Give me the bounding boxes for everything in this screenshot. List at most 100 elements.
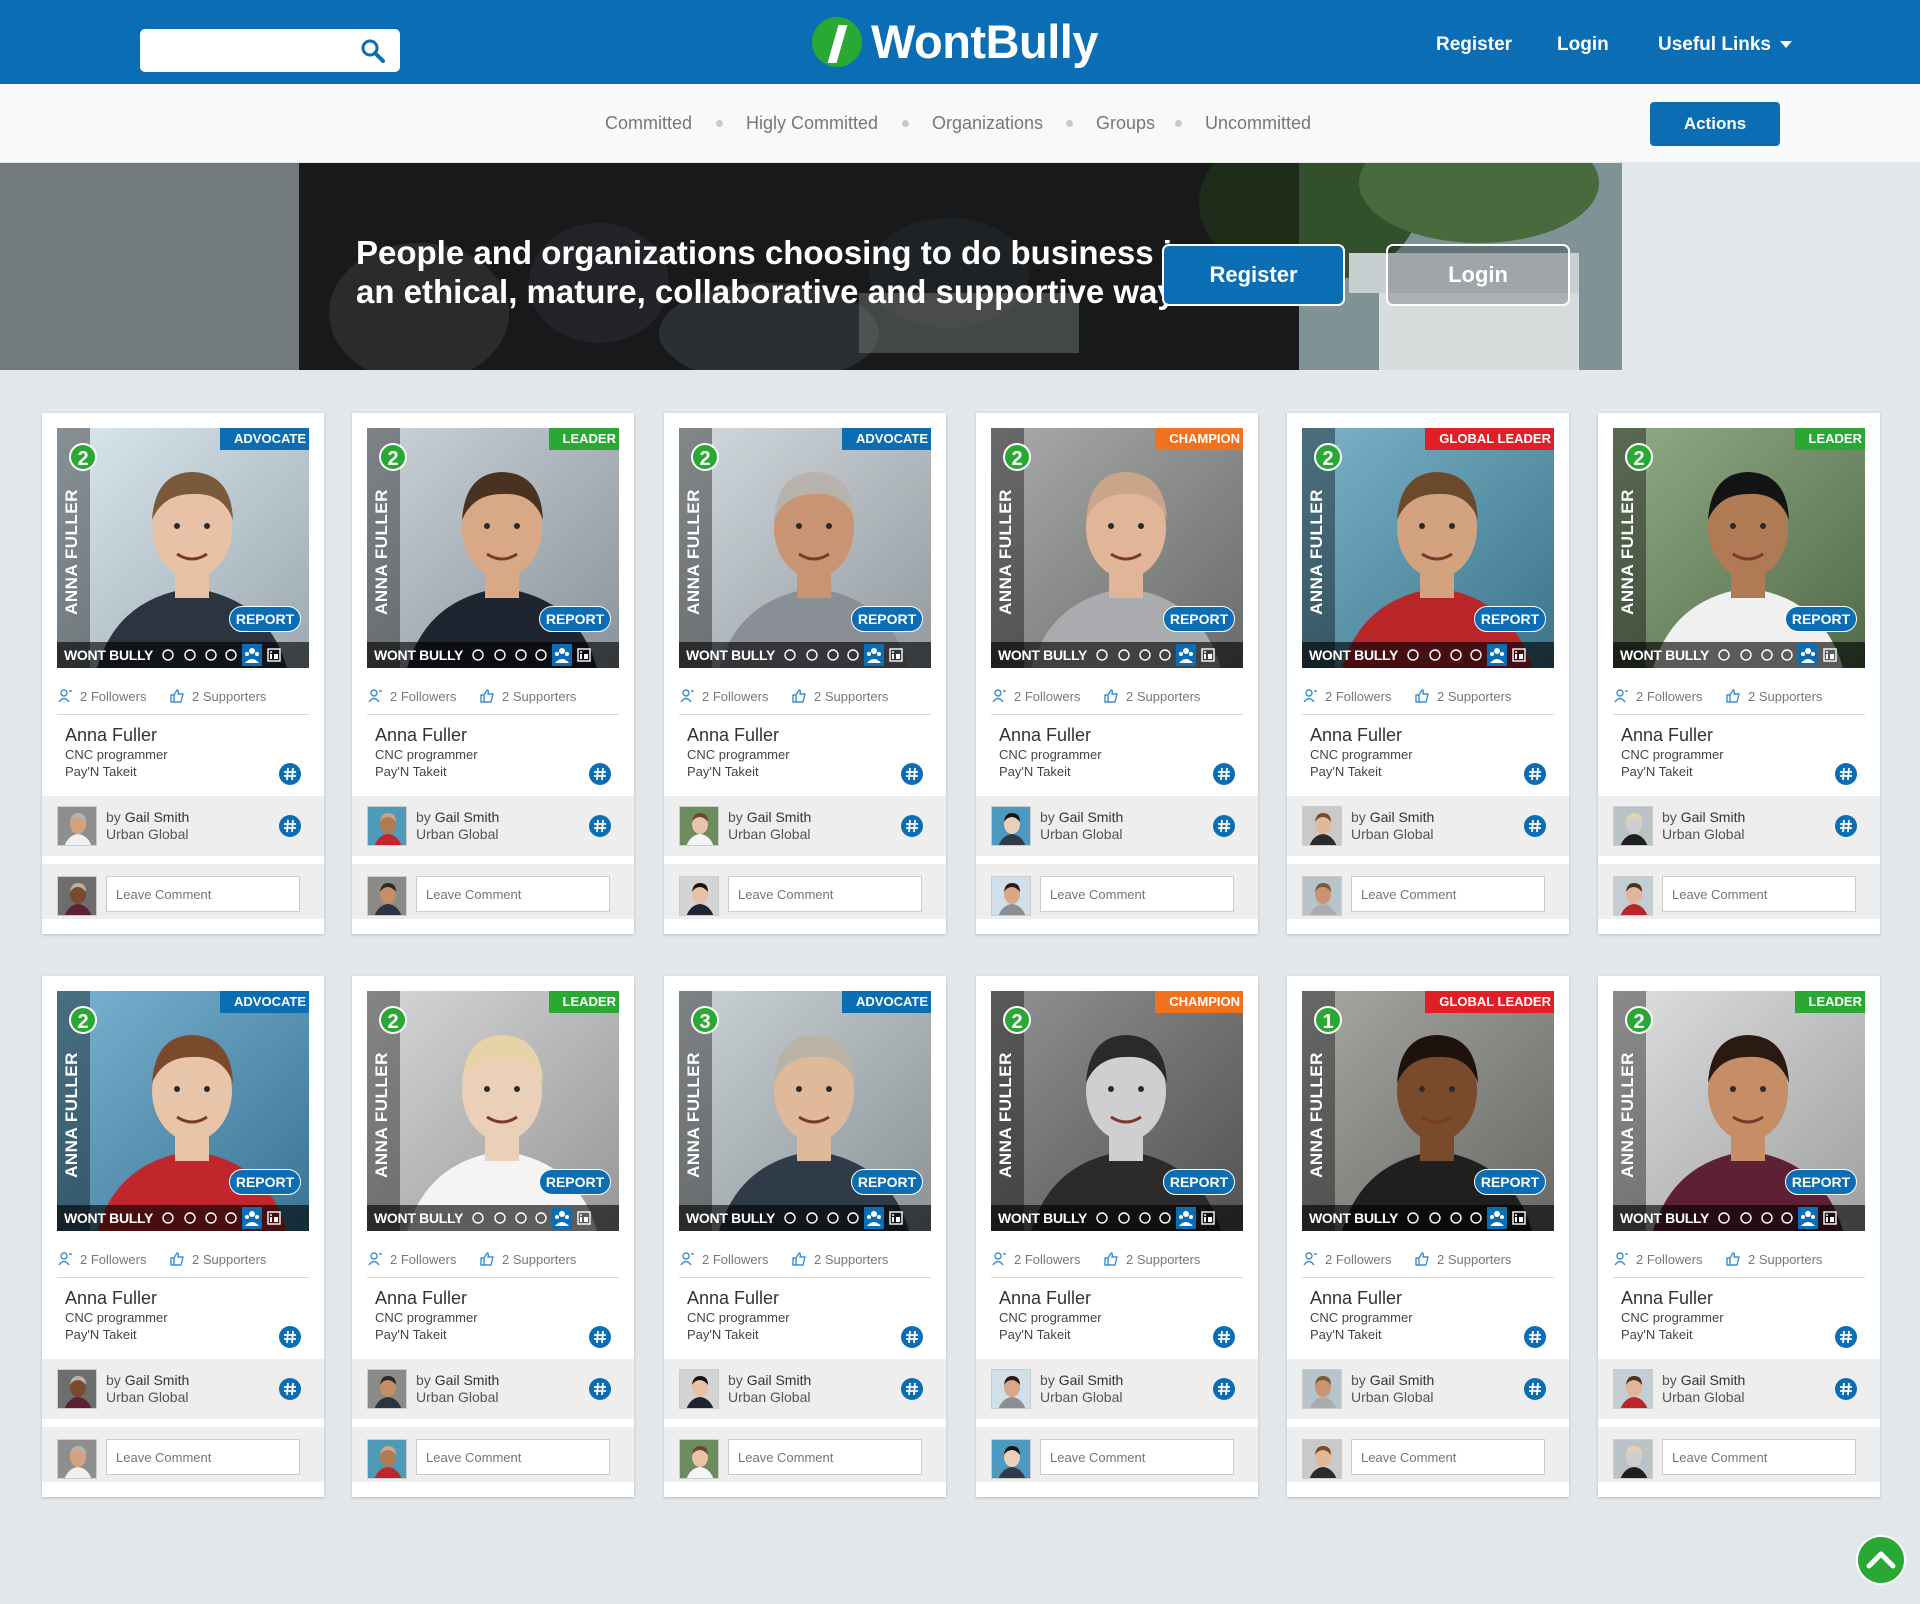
like-icon[interactable] bbox=[183, 648, 197, 662]
followers-count[interactable]: 2 Followers bbox=[1302, 688, 1391, 705]
comment-input[interactable] bbox=[1351, 876, 1545, 912]
member-card[interactable]: ANNA FULLER 2 LEADER REPORT WONT BULLY 2 Foll… bbox=[1598, 413, 1880, 934]
hashtag-icon[interactable] bbox=[589, 1378, 611, 1400]
comment-icon[interactable] bbox=[204, 1211, 218, 1225]
followers-count[interactable]: 2 Followers bbox=[1302, 1251, 1391, 1268]
hashtag-icon[interactable] bbox=[1213, 815, 1235, 837]
person-name[interactable]: Anna Fuller bbox=[65, 724, 300, 746]
report-button[interactable]: REPORT bbox=[1163, 1169, 1235, 1195]
followers-count[interactable]: 2 Followers bbox=[57, 1251, 146, 1268]
comment-input[interactable] bbox=[728, 876, 922, 912]
comment-icon[interactable] bbox=[514, 648, 528, 662]
supporters-count[interactable]: 2 Supporters bbox=[1103, 1251, 1200, 1268]
hashtag-icon[interactable] bbox=[901, 1326, 923, 1348]
followers-count[interactable]: 2 Followers bbox=[367, 1251, 456, 1268]
follow-icon[interactable] bbox=[471, 1211, 485, 1225]
report-button[interactable]: REPORT bbox=[229, 606, 301, 632]
like-icon[interactable] bbox=[805, 648, 819, 662]
person-name[interactable]: Anna Fuller bbox=[1310, 724, 1545, 746]
supporters-count[interactable]: 2 Supporters bbox=[791, 1251, 888, 1268]
team-icon[interactable] bbox=[1798, 1207, 1818, 1229]
comment-icon[interactable] bbox=[1760, 648, 1774, 662]
member-card[interactable]: ANNA FULLER 3 ADVOCATE REPORT WONT BULLY 2 Fo… bbox=[664, 976, 946, 1497]
person-name[interactable]: Anna Fuller bbox=[1310, 1287, 1545, 1309]
report-button[interactable]: REPORT bbox=[851, 1169, 923, 1195]
followers-count[interactable]: 2 Followers bbox=[991, 1251, 1080, 1268]
followers-count[interactable]: 2 Followers bbox=[1613, 1251, 1702, 1268]
team-icon[interactable] bbox=[552, 1207, 572, 1229]
endorser-name[interactable]: Gail Smith bbox=[1370, 809, 1435, 825]
like-icon[interactable] bbox=[805, 1211, 819, 1225]
follow-icon[interactable] bbox=[161, 1211, 175, 1225]
team-icon[interactable] bbox=[864, 1207, 884, 1229]
person-name[interactable]: Anna Fuller bbox=[1621, 724, 1856, 746]
member-card[interactable]: ANNA FULLER 2 ADVOCATE REPORT WONT BULLY 2 Fo… bbox=[664, 413, 946, 934]
comment-icon[interactable] bbox=[826, 648, 840, 662]
comment-input[interactable] bbox=[1040, 1439, 1234, 1475]
followers-count[interactable]: 2 Followers bbox=[1613, 688, 1702, 705]
endorser-name[interactable]: Gail Smith bbox=[747, 809, 812, 825]
linkedin-icon[interactable] bbox=[1823, 648, 1837, 662]
endorser-name[interactable]: Gail Smith bbox=[1681, 1372, 1746, 1388]
report-button[interactable]: REPORT bbox=[1163, 606, 1235, 632]
endorser-avatar[interactable] bbox=[679, 806, 719, 846]
supporters-count[interactable]: 2 Supporters bbox=[1725, 1251, 1822, 1268]
person-name[interactable]: Anna Fuller bbox=[999, 1287, 1234, 1309]
linkedin-icon[interactable] bbox=[577, 1211, 591, 1225]
linkedin-icon[interactable] bbox=[889, 648, 903, 662]
hashtag-icon[interactable] bbox=[901, 815, 923, 837]
endorser-avatar[interactable] bbox=[991, 806, 1031, 846]
member-card[interactable]: ANNA FULLER 2 ADVOCATE REPORT WONT BULLY 2 Fo… bbox=[42, 976, 324, 1497]
member-card[interactable]: ANNA FULLER 2 LEADER REPORT WONT BULLY 2 Foll… bbox=[352, 413, 634, 934]
linkedin-icon[interactable] bbox=[267, 1211, 281, 1225]
report-button[interactable]: REPORT bbox=[539, 1169, 611, 1195]
comment-input[interactable] bbox=[416, 1439, 610, 1475]
supporters-count[interactable]: 2 Supporters bbox=[1103, 688, 1200, 705]
like-icon[interactable] bbox=[1428, 648, 1442, 662]
follow-icon[interactable] bbox=[1095, 1211, 1109, 1225]
team-icon[interactable] bbox=[1487, 1207, 1507, 1229]
group-icon[interactable] bbox=[534, 648, 548, 662]
like-icon[interactable] bbox=[1428, 1211, 1442, 1225]
endorser-avatar[interactable] bbox=[1613, 806, 1653, 846]
endorser-name[interactable]: Gail Smith bbox=[125, 809, 190, 825]
person-name[interactable]: Anna Fuller bbox=[375, 1287, 610, 1309]
comment-icon[interactable] bbox=[1138, 648, 1152, 662]
hashtag-icon[interactable] bbox=[1835, 763, 1857, 785]
linkedin-icon[interactable] bbox=[1201, 1211, 1215, 1225]
endorser-avatar[interactable] bbox=[367, 1369, 407, 1409]
member-card[interactable]: ANNA FULLER 2 ADVOCATE REPORT WONT BULLY 2 Fo… bbox=[42, 413, 324, 934]
scroll-to-top-button[interactable] bbox=[1856, 1535, 1906, 1585]
group-icon[interactable] bbox=[224, 648, 238, 662]
like-icon[interactable] bbox=[1117, 648, 1131, 662]
linkedin-icon[interactable] bbox=[1512, 648, 1526, 662]
member-card[interactable]: ANNA FULLER 1 GLOBAL LEADER REPORT WONT BULL… bbox=[1287, 976, 1569, 1497]
member-card[interactable]: ANNA FULLER 2 LEADER REPORT WONT BULLY 2 Foll… bbox=[352, 976, 634, 1497]
comment-icon[interactable] bbox=[514, 1211, 528, 1225]
supporters-count[interactable]: 2 Supporters bbox=[1414, 688, 1511, 705]
endorser-avatar[interactable] bbox=[1613, 1369, 1653, 1409]
member-card[interactable]: ANNA FULLER 2 LEADER REPORT WONT BULLY 2 Foll… bbox=[1598, 976, 1880, 1497]
follow-icon[interactable] bbox=[1717, 648, 1731, 662]
endorser-name[interactable]: Gail Smith bbox=[435, 809, 500, 825]
like-icon[interactable] bbox=[183, 1211, 197, 1225]
report-button[interactable]: REPORT bbox=[1785, 606, 1857, 632]
follow-icon[interactable] bbox=[471, 648, 485, 662]
team-icon[interactable] bbox=[552, 644, 572, 666]
hashtag-icon[interactable] bbox=[589, 815, 611, 837]
hashtag-icon[interactable] bbox=[1213, 763, 1235, 785]
team-icon[interactable] bbox=[1176, 644, 1196, 666]
comment-icon[interactable] bbox=[1138, 1211, 1152, 1225]
followers-count[interactable]: 2 Followers bbox=[367, 688, 456, 705]
group-icon[interactable] bbox=[1158, 648, 1172, 662]
member-card[interactable]: ANNA FULLER 2 GLOBAL LEADER REPORT WONT BULL… bbox=[1287, 413, 1569, 934]
member-card[interactable]: ANNA FULLER 2 CHAMPION REPORT WONT BULLY 2 Fo… bbox=[976, 976, 1258, 1497]
supporters-count[interactable]: 2 Supporters bbox=[169, 688, 266, 705]
endorser-avatar[interactable] bbox=[1302, 1369, 1342, 1409]
follow-icon[interactable] bbox=[161, 648, 175, 662]
endorser-avatar[interactable] bbox=[367, 806, 407, 846]
group-icon[interactable] bbox=[846, 648, 860, 662]
team-icon[interactable] bbox=[242, 644, 262, 666]
comment-input[interactable] bbox=[416, 876, 610, 912]
follow-icon[interactable] bbox=[1406, 648, 1420, 662]
